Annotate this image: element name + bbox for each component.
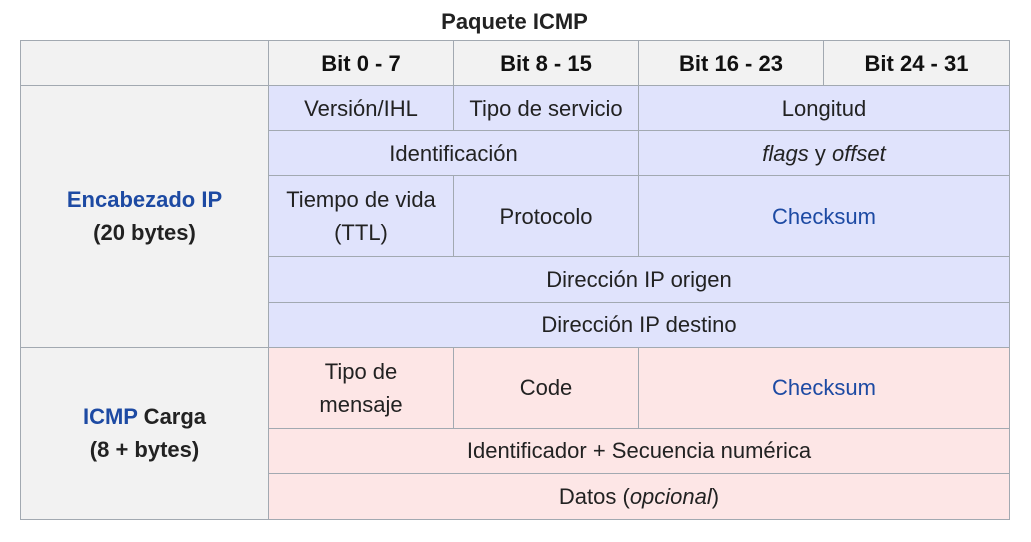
field-code: Code: [453, 346, 639, 429]
ip-header-link[interactable]: Encabezado IP: [67, 187, 222, 212]
column-header-bit-8-15: Bit 8 - 15: [453, 39, 639, 87]
flags-conjunction: y: [808, 140, 832, 166]
ip-checksum-link[interactable]: Checksum: [772, 204, 876, 229]
message-type-line-1: Tipo de: [324, 358, 398, 384]
ttl-line-2: (TTL): [334, 220, 388, 246]
field-icmp-checksum: Checksum: [638, 346, 1010, 429]
field-dest-ip: Dirección IP destino: [268, 301, 1010, 348]
offset-text: offset: [831, 140, 886, 166]
field-service-type: Tipo de servicio: [453, 85, 639, 132]
column-header-bit-24-31: Bit 24 - 31: [823, 39, 1010, 87]
field-identification: Identificación: [268, 130, 639, 177]
flags-text: flags: [762, 140, 809, 166]
corner-cell: [20, 39, 269, 87]
field-message-type: Tipo de mensaje: [268, 346, 454, 429]
field-protocol: Protocolo: [453, 175, 639, 258]
icmp-packet-figure: Paquete ICMP Bit 0 - 7 Bit 8 - 15 Bit 16…: [0, 0, 1031, 542]
data-label: Datos (: [558, 483, 630, 509]
field-length: Longitud: [638, 85, 1010, 132]
icmp-payload-size: (8 + bytes): [89, 437, 200, 463]
icmp-checksum-link[interactable]: Checksum: [772, 375, 876, 400]
field-id-sequence: Identificador + Secuencia numérica: [268, 427, 1010, 474]
ttl-line-1: Tiempo de vida: [286, 187, 436, 213]
field-data: Datos (opcional): [268, 472, 1010, 521]
message-type-line-2: mensaje: [319, 391, 403, 417]
ip-header-section-label: Encabezado IP (20 bytes): [20, 85, 269, 348]
table-caption: Paquete ICMP: [441, 9, 588, 34]
data-close: ): [711, 483, 720, 509]
column-header-bit-16-23: Bit 16 - 23: [638, 39, 824, 87]
field-ip-checksum: Checksum: [638, 175, 1010, 258]
icmp-payload-title: Carga: [137, 404, 207, 430]
icmp-packet-table: Bit 0 - 7 Bit 8 - 15 Bit 16 - 23 Bit 24 …: [20, 39, 1010, 521]
bit-header-row: Bit 0 - 7 Bit 8 - 15 Bit 16 - 23 Bit 24 …: [20, 39, 1010, 87]
icmp-payload-section-label: ICMP Carga (8 + bytes): [20, 346, 269, 521]
icmp-link[interactable]: ICMP: [83, 404, 138, 429]
column-header-bit-0-7: Bit 0 - 7: [268, 39, 454, 87]
ip-header-size: (20 bytes): [93, 220, 196, 246]
data-optional: opcional: [629, 483, 712, 509]
icmp-row-1: ICMP Carga (8 + bytes) Tipo de mensaje C…: [20, 346, 1010, 521]
field-source-ip: Dirección IP origen: [268, 256, 1010, 303]
field-ttl: Tiempo de vida (TTL): [268, 175, 454, 258]
field-version-ihl: Versión/IHL: [268, 85, 454, 132]
field-flags-offset: flags y offset: [638, 130, 1010, 177]
ip-row-1: Encabezado IP (20 bytes) Versión/IHL Tip…: [20, 85, 1010, 348]
